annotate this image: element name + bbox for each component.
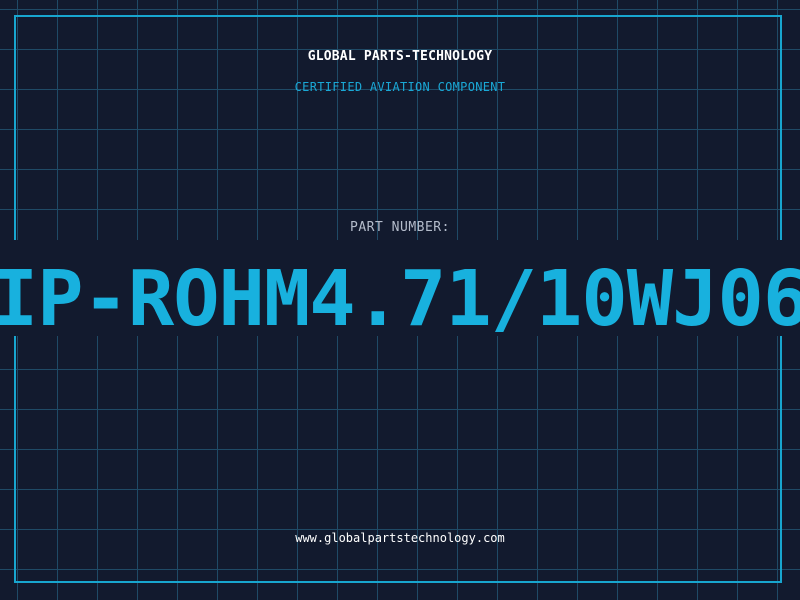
part-number-value: IP-ROHM4.71/10WJ06 [0,255,800,337]
brand-title: GLOBAL PARTS-TECHNOLOGY [307,49,493,64]
label-card: GLOBAL PARTS-TECHNOLOGY CERTIFIED AVIATI… [0,0,800,600]
certification-subtitle: CERTIFIED AVIATION COMPONENT [294,80,506,94]
website-url: www.globalpartstechnology.com [295,531,505,545]
part-number-band: IP-ROHM4.71/10WJ06 [0,240,800,336]
part-number-label: PART NUMBER: [350,220,450,235]
